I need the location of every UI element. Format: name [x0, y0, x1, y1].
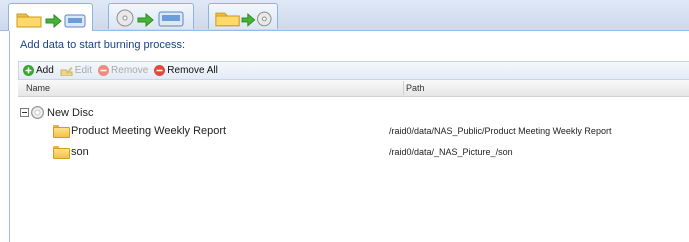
collapse-toggle-icon[interactable] — [20, 108, 29, 117]
folder-icon — [53, 146, 70, 159]
folder-to-image-icon — [215, 11, 272, 27]
folder-to-disc-icon — [16, 13, 86, 28]
instruction-text: Add data to start burning process: — [20, 39, 186, 51]
remove-button[interactable]: Remove — [98, 65, 148, 76]
folder-icon — [53, 125, 70, 138]
remove-button-label: Remove — [111, 65, 149, 76]
tree-item-path: /raid0/data/_NAS_Picture_/son — [389, 147, 513, 157]
remove-icon — [98, 65, 110, 76]
edit-icon — [60, 67, 73, 76]
disc-to-disc-icon — [116, 9, 184, 27]
add-icon — [23, 65, 34, 76]
edit-button[interactable]: Edit — [60, 65, 92, 76]
burn-mode-tab-strip — [0, 0, 689, 31]
tab-folder-to-image[interactable] — [208, 3, 278, 29]
tree-item-name: son — [71, 145, 89, 158]
tree-root-label: New Disc — [47, 106, 94, 119]
remove-all-icon — [154, 65, 166, 76]
tab-folder-to-disc[interactable] — [8, 3, 93, 31]
add-button[interactable]: Add — [23, 65, 54, 76]
disc-icon — [31, 106, 44, 119]
tree-item-row[interactable]: Product Meeting Weekly Report /raid0/dat… — [18, 122, 689, 139]
column-header-path[interactable]: Path — [403, 81, 425, 95]
column-header-name[interactable]: Name — [26, 83, 50, 93]
remove-all-button[interactable]: Remove All — [154, 65, 218, 76]
add-button-label: Add — [36, 65, 54, 76]
edit-button-label: Edit — [74, 65, 93, 76]
tree-item-name: Product Meeting Weekly Report — [71, 124, 227, 137]
tree-root-row[interactable]: New Disc — [18, 104, 689, 121]
column-header: Name Path — [18, 80, 689, 97]
remove-all-button-label: Remove All — [167, 65, 218, 76]
tree-item-row[interactable]: son /raid0/data/_NAS_Picture_/son — [18, 143, 689, 160]
tab-disc-to-disc[interactable] — [108, 3, 194, 29]
tree-item-path: /raid0/data/NAS_Public/Product Meeting W… — [389, 126, 612, 136]
data-toolbar: Add Edit Remove Remove All — [18, 61, 689, 80]
